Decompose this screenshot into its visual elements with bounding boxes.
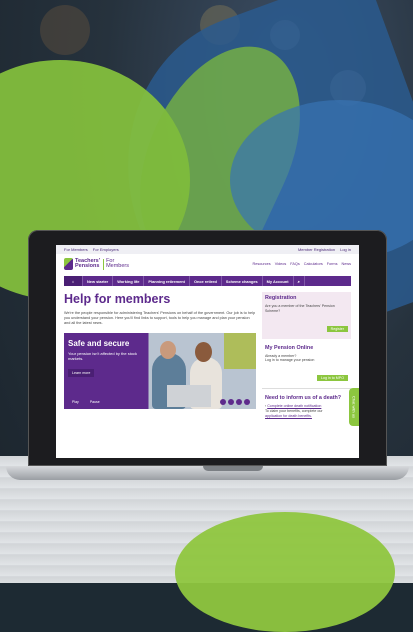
left-column: Help for members We're the people respon… <box>64 292 256 423</box>
main-content: Help for members We're the people respon… <box>56 286 359 423</box>
my-pension-online-title: My Pension Online <box>265 344 314 351</box>
util-nav-videos[interactable]: Videos <box>275 262 287 266</box>
util-nav-news[interactable]: News <box>342 262 352 266</box>
tp-logo-mark-icon <box>64 258 73 270</box>
chat-with-us-button[interactable]: Chat with us <box>349 388 359 426</box>
laptop-lid: For Members For Employers Member Registr… <box>28 230 387 466</box>
log-in-mpo-button[interactable]: Log in to MPO <box>317 375 348 382</box>
member-registration-link[interactable]: Member Registration <box>298 247 335 252</box>
page-title: Help for members <box>64 292 171 306</box>
nav-scheme-changes[interactable]: Scheme changes <box>222 276 263 286</box>
main-nav: ⌂ New starter Working life Planning reti… <box>64 276 351 286</box>
hero-text: Your pension isn't affected by the stock… <box>68 350 138 361</box>
pause-button[interactable]: Pause <box>85 398 104 405</box>
logo-members: Members <box>106 263 129 269</box>
bokeh-light <box>40 5 90 55</box>
log-in-link[interactable]: Log in <box>340 247 351 252</box>
carousel-dot[interactable] <box>244 398 250 405</box>
hero-banner: Safe and secure Your pension isn't affec… <box>64 332 256 409</box>
utility-nav: Resources Videos FAQs Calculators Forms … <box>253 262 351 266</box>
carousel-controls: Play Pause <box>68 398 104 405</box>
green-circle-decoration <box>175 512 395 632</box>
sidebar: Registration Are you a member of the Tea… <box>262 292 351 423</box>
registration-title: Registration <box>265 295 297 301</box>
online-text2: Log in to manage your pension <box>265 358 315 363</box>
play-button[interactable]: Play <box>68 398 83 405</box>
registration-box: Registration Are you a member of the Tea… <box>262 292 351 339</box>
nav-new-starter[interactable]: New starter <box>83 276 114 286</box>
util-nav-faqs[interactable]: FAQs <box>290 262 300 266</box>
teachers-pensions-logo[interactable]: Teachers' Pensions For Members <box>64 258 129 270</box>
site-header: Teachers' Pensions For Members Resources… <box>56 254 359 274</box>
hero-title: Safe and secure <box>68 338 130 348</box>
hero-laptop-image <box>167 384 211 407</box>
carousel-dot[interactable] <box>228 398 234 405</box>
carousel-dot[interactable] <box>236 398 242 405</box>
nav-once-retired[interactable]: Once retired <box>190 276 222 286</box>
hero-learn-more-button[interactable]: Learn more <box>68 368 95 377</box>
registration-text: Are you a member of the Teachers' Pensio… <box>265 304 335 313</box>
laptop: For Members For Employers Member Registr… <box>6 230 409 480</box>
util-nav-forms[interactable]: Forms <box>327 262 338 266</box>
plant-decoration <box>224 332 256 369</box>
death-notification-link[interactable]: Complete online death notification <box>267 404 321 408</box>
laptop-notch <box>203 466 263 471</box>
util-nav-calculators[interactable]: Calculators <box>304 262 323 266</box>
nav-planning-retirement[interactable]: Planning retirement <box>144 276 190 286</box>
carousel-dots <box>220 398 250 405</box>
inform-death-box: Need to inform us of a death? › Complete… <box>262 388 351 422</box>
person-head <box>195 341 212 362</box>
top-bar: For Members For Employers Member Registr… <box>56 245 359 254</box>
inform-death-title: Need to inform us of a death? <box>265 395 342 402</box>
death-benefits-link[interactable]: application for death benefits. <box>265 414 312 418</box>
util-nav-resources[interactable]: Resources <box>253 262 271 266</box>
nav-my-account[interactable]: My Account <box>263 276 294 286</box>
laptop-screen: For Members For Employers Member Registr… <box>56 245 359 458</box>
search-icon[interactable]: ⌕ <box>294 276 305 286</box>
for-members-link[interactable]: For Members <box>64 247 88 252</box>
register-button[interactable]: Register <box>326 325 348 332</box>
person-head <box>160 340 176 359</box>
carousel-dot[interactable] <box>220 398 226 405</box>
nav-working-life[interactable]: Working life <box>113 276 145 286</box>
home-icon[interactable]: ⌂ <box>64 276 83 286</box>
my-pension-online-box: My Pension Online Already a member? Log … <box>262 339 351 389</box>
for-employers-link[interactable]: For Employers <box>93 247 119 252</box>
intro-text: We're the people responsible for adminis… <box>64 311 256 326</box>
logo-line2: Pensions <box>75 263 100 269</box>
